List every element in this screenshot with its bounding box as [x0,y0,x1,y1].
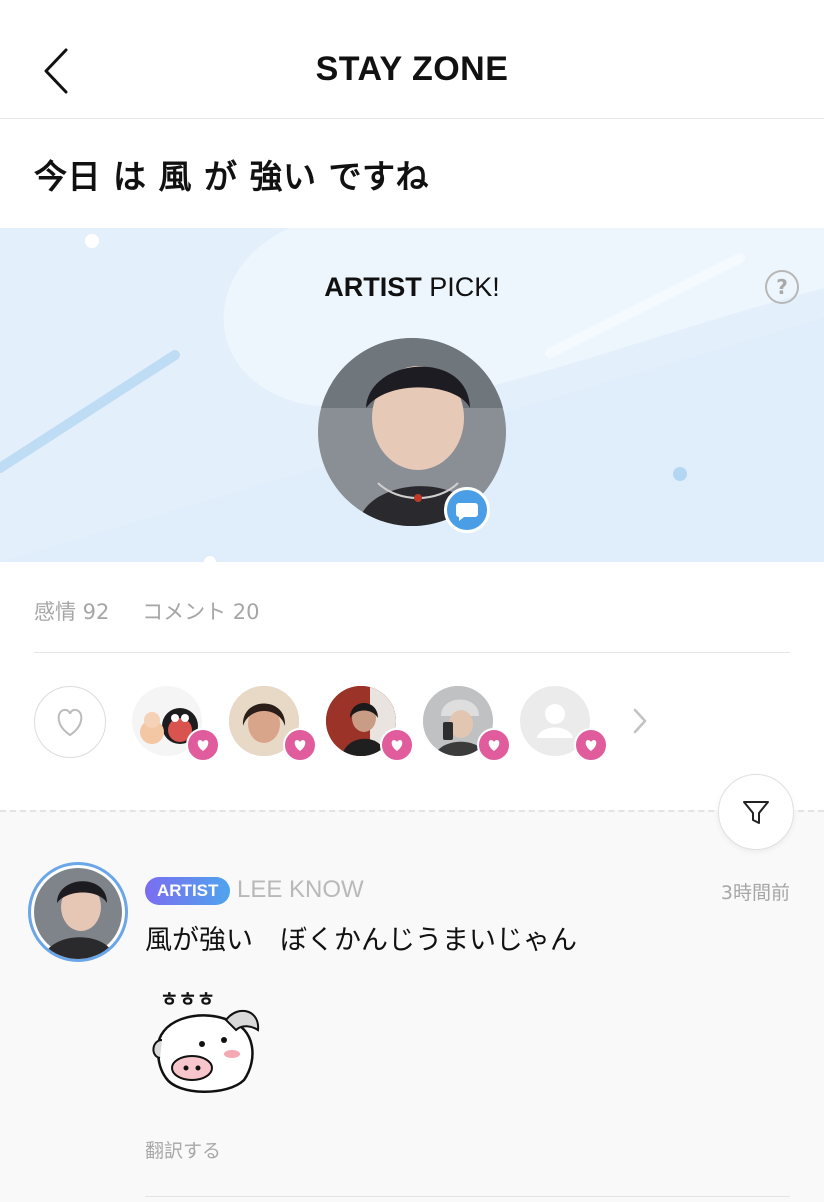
reaction-heart-icon [186,728,220,762]
like-button[interactable] [34,686,106,758]
page-title: STAY ZONE [315,50,509,88]
chevron-right-icon [633,708,647,734]
comment-author-avatar[interactable] [28,862,128,962]
comment-author-name[interactable]: LEE KNOW [237,876,364,904]
comment-count[interactable]: コメント 20 [142,600,259,624]
more-reactions-button[interactable] [630,706,650,736]
comments-section [0,810,824,1202]
divider [145,1196,790,1197]
post-stats: 感情 92 コメント 20 [34,596,286,626]
filter-button[interactable] [718,774,794,850]
artist-pick-label: ARTIST PICK! [314,272,510,307]
divider [34,652,790,653]
chat-icon [444,487,490,533]
comment-timestamp: 3時間前 [720,882,790,904]
post-title: 今日 は 風 が 強い ですね [34,157,429,196]
artist-pick-banner: ARTIST PICK! ? [0,228,824,562]
reaction-heart-icon [283,728,317,762]
reaction-heart-icon [574,728,608,762]
help-button[interactable]: ? [765,270,799,304]
heart-outline-icon [57,708,83,737]
translate-link[interactable]: 翻訳する [145,1136,221,1163]
comment-sticker: ㅎㅎㅎ [148,980,268,1100]
emotion-count[interactable]: 感情 92 [34,600,109,624]
filter-icon [743,801,769,824]
reaction-heart-icon [477,728,511,762]
comment-text: 風が強い ぼくかんじうまいじゃん [145,925,577,956]
sticker-text: ㅎㅎㅎ [160,987,215,1011]
reaction-heart-icon [380,728,414,762]
artist-badge: ARTIST [145,877,231,905]
